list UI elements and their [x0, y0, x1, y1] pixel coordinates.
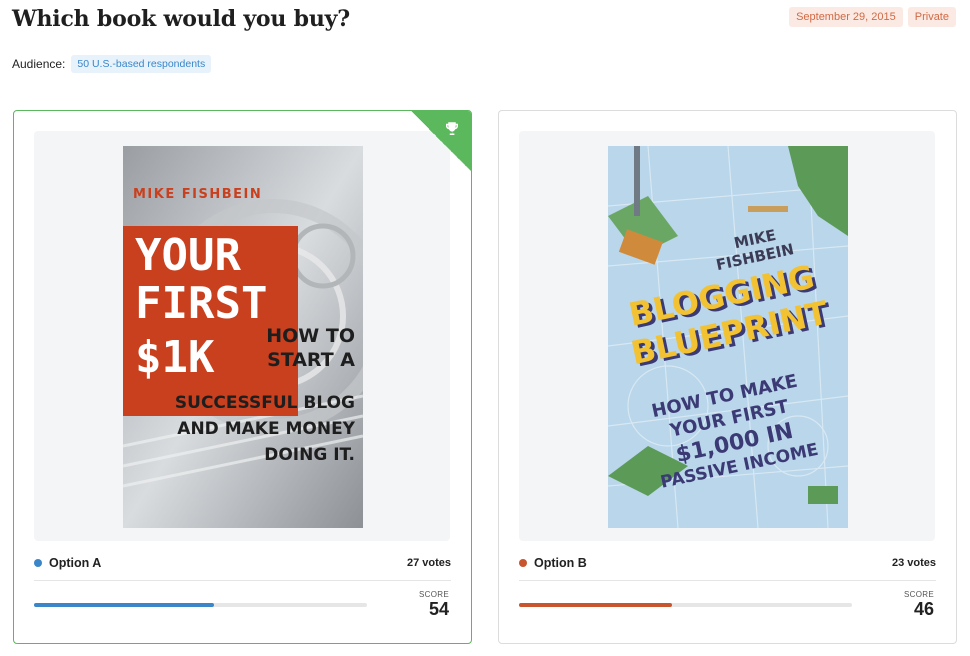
divider: [519, 580, 936, 581]
page-title: Which book would you buy?: [12, 6, 350, 32]
option-a-score: SCORE 54: [419, 590, 449, 619]
winner-ribbon: [411, 111, 471, 171]
option-a-cover-title-line: YOUR: [135, 230, 241, 281]
audience-row: Audience: 50 U.S.-based respondents: [12, 55, 212, 73]
option-a-cover-subtitle-line: START A: [267, 349, 355, 371]
option-a-cover-subtitle-line: HOW TO: [266, 325, 355, 347]
option-a-label: Option A: [34, 556, 101, 570]
option-b-image-container[interactable]: MIKE FISHBEIN BLOGGING BLOGGING BLUEPRIN…: [519, 131, 935, 541]
option-a-progress-track: [34, 603, 367, 607]
option-a-cover-subtitle-line: AND MAKE MONEY: [177, 419, 355, 439]
option-a-dot-icon: [34, 559, 42, 567]
option-a-cover-author: MIKE FISHBEIN: [133, 187, 262, 202]
option-a-cover-subtitle-line: SUCCESSFUL BLOG: [175, 393, 355, 413]
option-a-image-container[interactable]: MIKE FISHBEIN YOUR FIRST $1K HOW TO STAR…: [34, 131, 450, 541]
option-a-progress-fill: [34, 603, 214, 607]
option-b-progress-track: [519, 603, 852, 607]
option-b-score: SCORE 46: [904, 590, 934, 619]
option-a-cover-subtitle-line: DOING IT.: [264, 445, 355, 465]
option-b-card[interactable]: MIKE FISHBEIN BLOGGING BLOGGING BLUEPRIN…: [498, 110, 957, 644]
option-b-name: Option B: [534, 556, 587, 570]
option-a-cover-title-line: FIRST: [135, 278, 267, 329]
option-b-progress-fill: [519, 603, 673, 607]
option-a-votes: 27 votes: [406, 557, 451, 569]
visibility-badge: Private: [907, 7, 956, 27]
option-a-card[interactable]: MIKE FISHBEIN YOUR FIRST $1K HOW TO STAR…: [13, 110, 472, 644]
option-b-book-cover: MIKE FISHBEIN BLOGGING BLOGGING BLUEPRIN…: [608, 146, 848, 528]
date-badge: September 29, 2015: [789, 7, 903, 27]
audience-label: Audience:: [12, 57, 66, 71]
option-a-name: Option A: [49, 556, 102, 570]
score-label: SCORE: [419, 590, 449, 599]
option-b-row: Option B 23 votes: [519, 556, 936, 570]
option-b-dot-icon: [519, 559, 527, 567]
meta-badges: September 29, 2015 Private: [789, 7, 956, 27]
trophy-icon: [446, 122, 458, 135]
score-value: 46: [913, 599, 934, 619]
option-a-cover-title-line: $1K: [135, 332, 215, 383]
divider: [34, 580, 451, 581]
option-b-label: Option B: [519, 556, 587, 570]
score-value: 54: [428, 599, 449, 619]
option-b-votes: 23 votes: [891, 557, 936, 569]
option-a-row: Option A 27 votes: [34, 556, 451, 570]
score-label: SCORE: [904, 590, 934, 599]
option-a-book-cover: MIKE FISHBEIN YOUR FIRST $1K HOW TO STAR…: [123, 146, 363, 528]
audience-badge[interactable]: 50 U.S.-based respondents: [71, 55, 212, 73]
